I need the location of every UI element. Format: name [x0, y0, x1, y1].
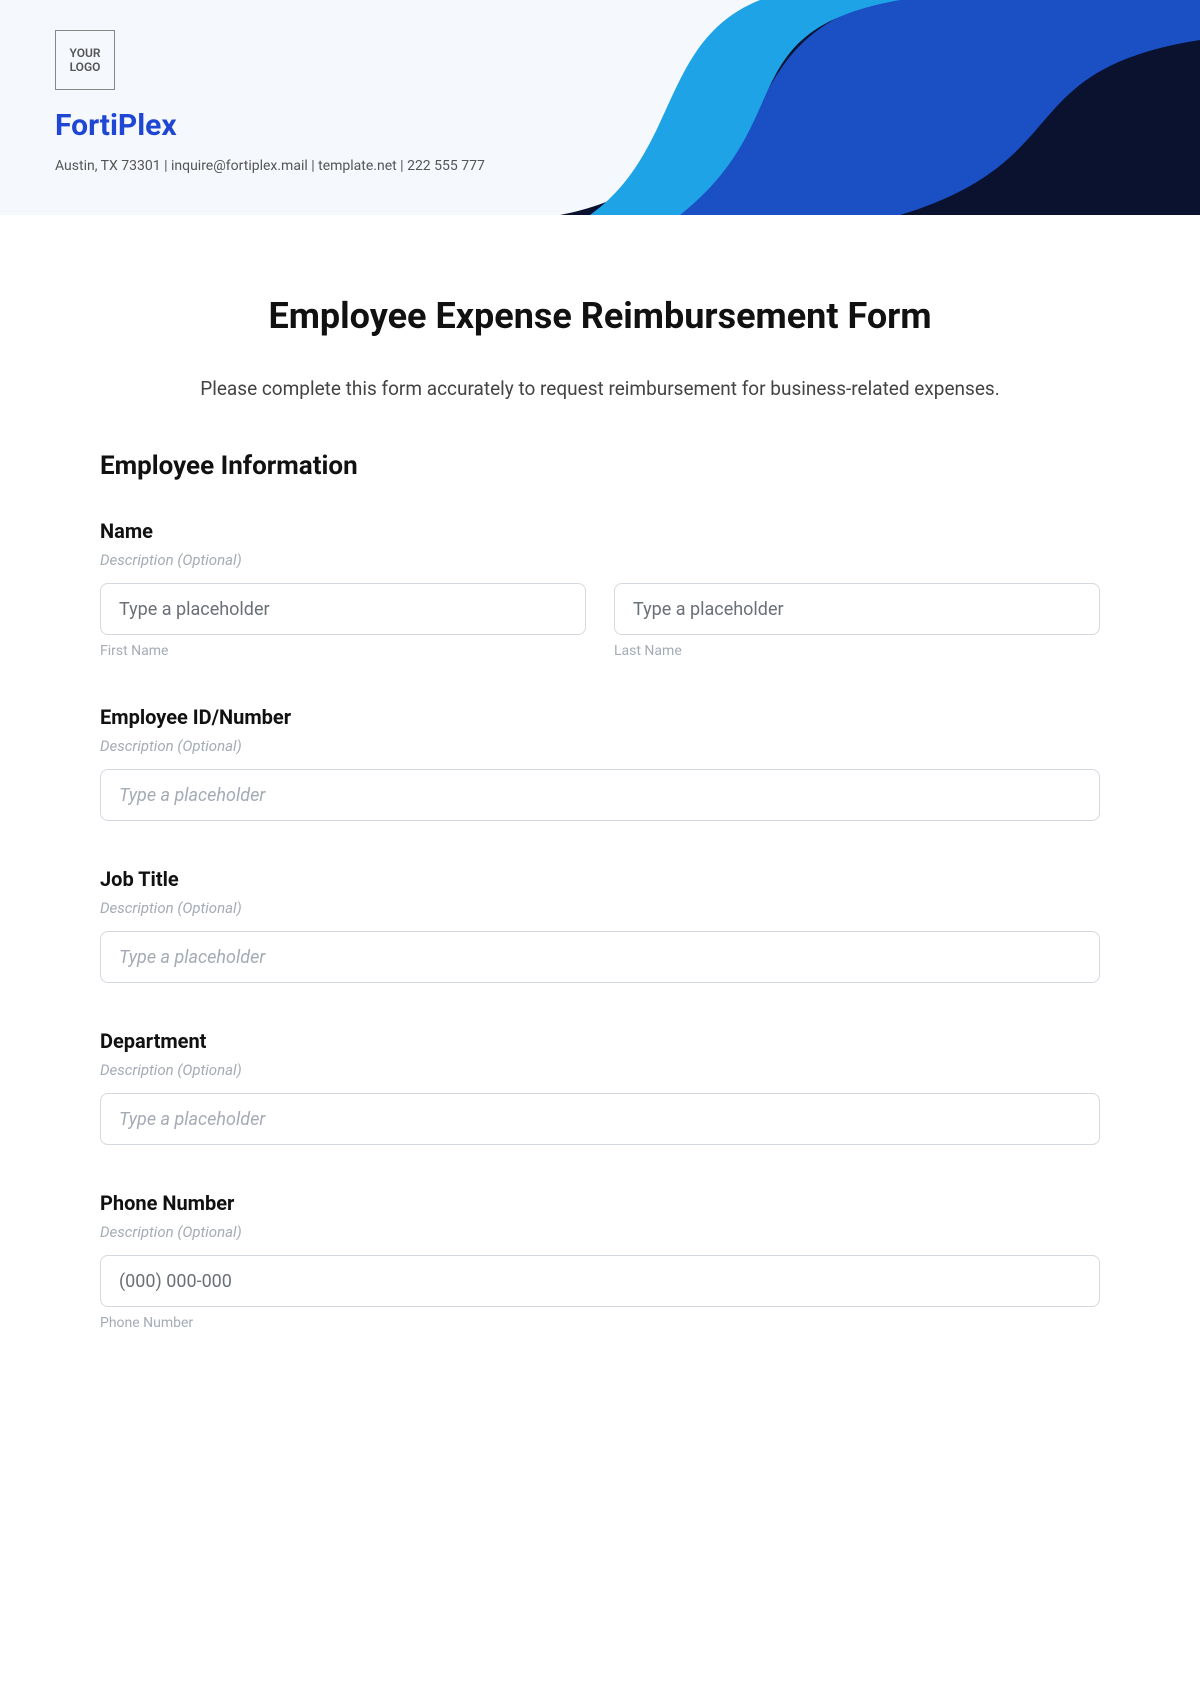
field-label-phone: Phone Number — [100, 1191, 1100, 1215]
form-content: Employee Expense Reimbursement Form Plea… — [0, 215, 1200, 1361]
field-label-job-title: Job Title — [100, 867, 1100, 891]
field-desc-phone: Description (Optional) — [100, 1223, 1100, 1241]
field-desc-employee-id: Description (Optional) — [100, 737, 1100, 755]
form-title: Employee Expense Reimbursement Form — [100, 295, 1100, 337]
header-swoosh-graphic — [480, 0, 1200, 215]
field-name: Name Description (Optional) First Name L… — [100, 519, 1100, 659]
logo-placeholder: YOURLOGO — [55, 30, 115, 90]
field-desc-name: Description (Optional) — [100, 551, 1100, 569]
field-label-employee-id: Employee ID/Number — [100, 705, 1100, 729]
field-label-department: Department — [100, 1029, 1100, 1053]
job-title-input[interactable] — [100, 931, 1100, 983]
last-name-input[interactable] — [614, 583, 1100, 635]
last-name-sublabel: Last Name — [614, 643, 1100, 659]
field-phone: Phone Number Description (Optional) Phon… — [100, 1191, 1100, 1331]
field-employee-id: Employee ID/Number Description (Optional… — [100, 705, 1100, 821]
logo-text: YOURLOGO — [70, 46, 101, 75]
company-info-line: Austin, TX 73301 | inquire@fortiplex.mai… — [55, 158, 485, 174]
section-heading-employee-info: Employee Information — [100, 451, 1100, 481]
first-name-sublabel: First Name — [100, 643, 586, 659]
phone-input[interactable] — [100, 1255, 1100, 1307]
first-name-input[interactable] — [100, 583, 586, 635]
employee-id-input[interactable] — [100, 769, 1100, 821]
department-input[interactable] — [100, 1093, 1100, 1145]
field-department: Department Description (Optional) — [100, 1029, 1100, 1145]
field-job-title: Job Title Description (Optional) — [100, 867, 1100, 983]
phone-sublabel: Phone Number — [100, 1315, 1100, 1331]
field-desc-department: Description (Optional) — [100, 1061, 1100, 1079]
header-band: YOURLOGO FortiPlex Austin, TX 73301 | in… — [0, 0, 1200, 215]
field-label-name: Name — [100, 519, 1100, 543]
company-name: FortiPlex — [55, 108, 177, 143]
form-intro: Please complete this form accurately to … — [100, 373, 1100, 405]
field-desc-job-title: Description (Optional) — [100, 899, 1100, 917]
